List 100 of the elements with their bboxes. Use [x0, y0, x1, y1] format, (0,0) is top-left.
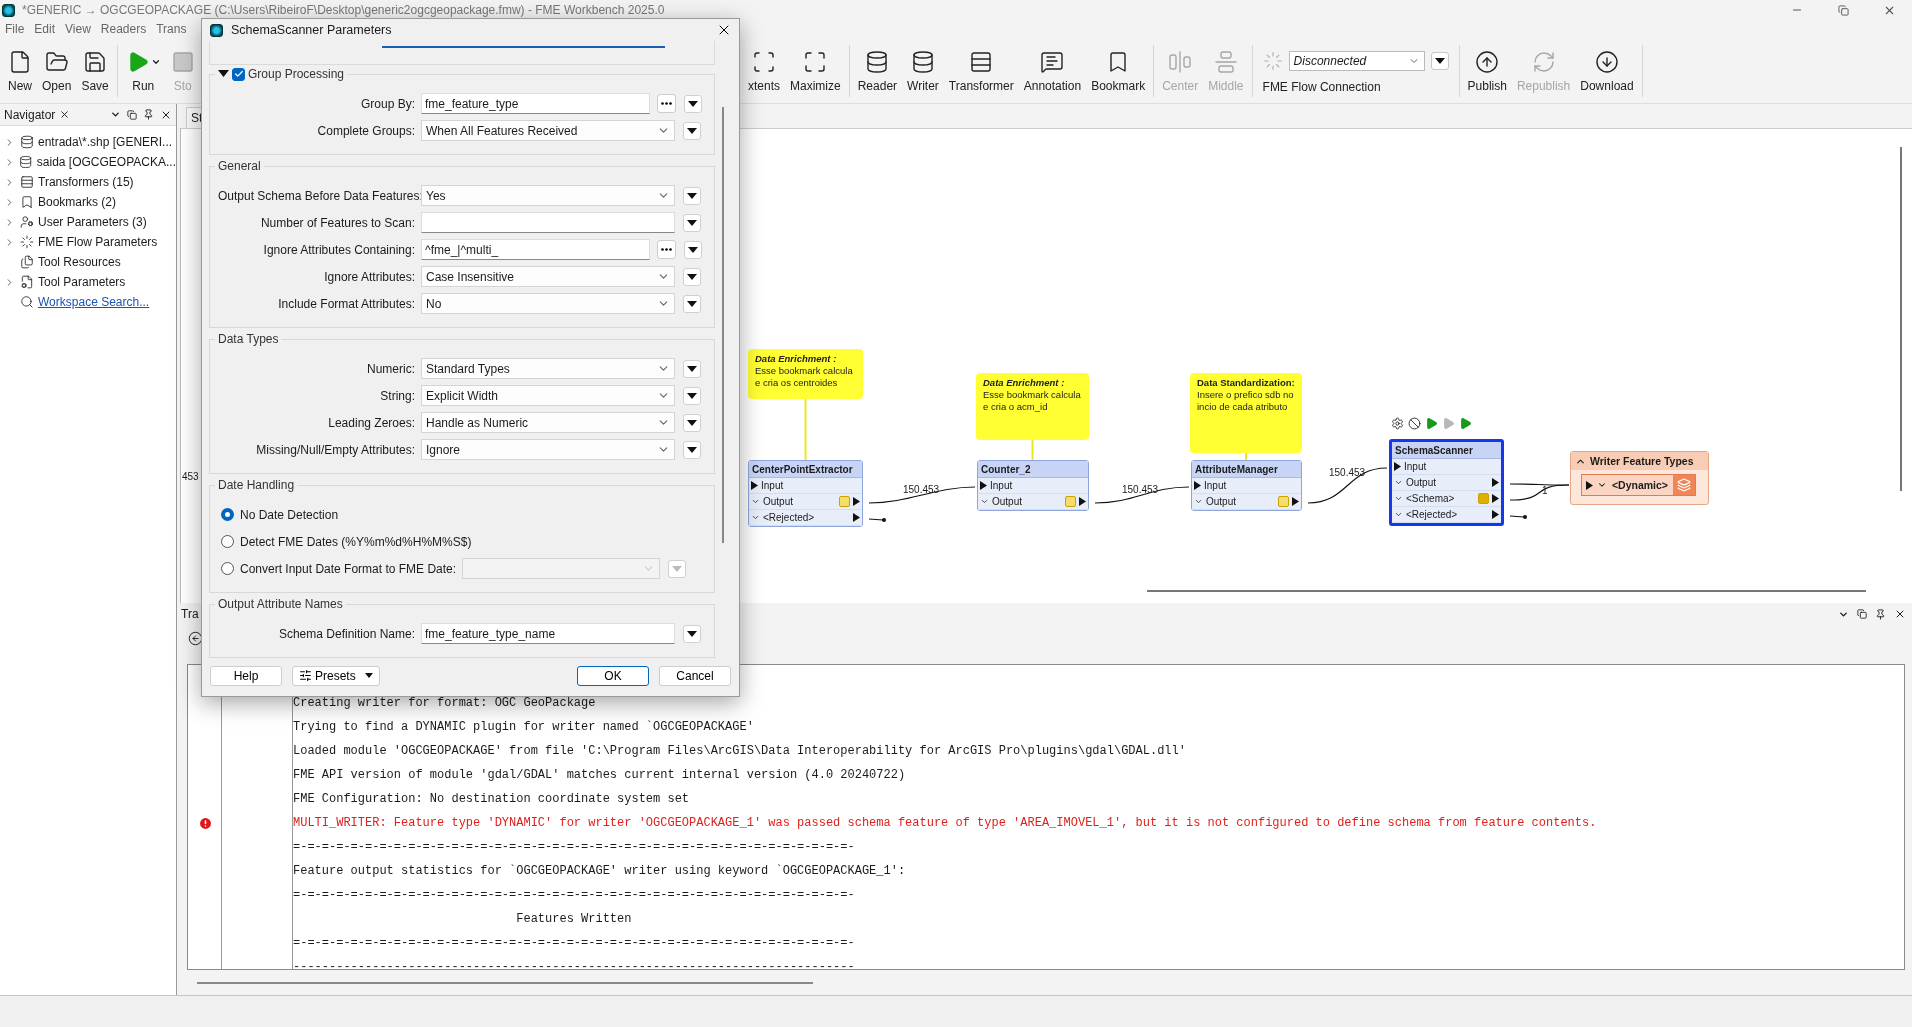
tree-item[interactable]: User Parameters (3)	[38, 215, 147, 229]
input-port-icon[interactable]	[1394, 462, 1401, 471]
annotation-note[interactable]: Data Standardization: Insere o prefico sdb no incio de cada atributo	[1190, 373, 1302, 453]
menu-item[interactable]: Trans	[151, 22, 192, 36]
menu-button[interactable]	[683, 359, 701, 378]
scrollbar[interactable]	[197, 981, 813, 984]
cancel-button[interactable]: Cancel	[659, 665, 731, 686]
menu-button[interactable]	[683, 267, 701, 286]
run-button[interactable]: Run	[120, 48, 166, 93]
radio-button[interactable]	[221, 508, 234, 521]
back-icon[interactable]	[188, 630, 203, 646]
menu-button[interactable]	[684, 94, 702, 113]
input-port-icon[interactable]	[751, 481, 758, 490]
menu-button[interactable]	[684, 240, 702, 259]
save-button[interactable]: Save	[76, 48, 114, 93]
transformer-node[interactable]: CenterPointExtractor Input Output <Rejected>	[748, 460, 863, 527]
input-port-icon[interactable]	[980, 481, 987, 490]
menu-button[interactable]	[683, 186, 701, 205]
text-field[interactable]	[421, 212, 675, 233]
text-field[interactable]: fme_feature_type	[421, 93, 650, 114]
reader-button[interactable]: Reader	[852, 48, 903, 93]
dropdown-icon[interactable]	[110, 109, 121, 120]
transformer-node[interactable]: Counter_2 Input Output	[977, 460, 1089, 511]
menu-button[interactable]	[683, 294, 701, 313]
writer-feature-types[interactable]: Writer Feature Types <Dynamic>	[1570, 451, 1709, 505]
search-link[interactable]: Workspace Search...	[38, 295, 150, 309]
transformer-node[interactable]: AttributeManager Input Output	[1191, 460, 1302, 511]
dropdown-field[interactable]: Ignore	[421, 439, 675, 460]
dropdown-field[interactable]: Explicit Width	[421, 385, 675, 406]
browse-button[interactable]	[657, 240, 676, 259]
input-port-icon[interactable]	[1194, 481, 1201, 490]
close-icon[interactable]	[1894, 608, 1906, 620]
text-field[interactable]: ^fme_|^multi_	[421, 239, 650, 260]
feature-type[interactable]: <Dynamic>	[1581, 474, 1696, 496]
radio-button[interactable]	[221, 535, 234, 548]
pin-icon[interactable]	[1875, 608, 1886, 620]
float-icon[interactable]	[127, 109, 137, 120]
scrollbar[interactable]	[722, 107, 724, 543]
transformer-node[interactable]: SchemaScanner Input Output <Schema> <Rejected>	[1389, 439, 1504, 526]
chevron-icon[interactable]	[980, 497, 989, 506]
presets-button[interactable]: Presets	[292, 665, 380, 686]
settings-icon[interactable]	[1391, 417, 1404, 430]
connection-line[interactable]	[1094, 486, 1190, 504]
ban-icon[interactable]	[1408, 417, 1421, 430]
connection-line[interactable]	[868, 486, 976, 504]
play-icon[interactable]	[1425, 417, 1438, 430]
menu-button[interactable]	[683, 386, 701, 405]
menu-button[interactable]	[1430, 51, 1449, 70]
ok-button[interactable]: OK	[577, 665, 649, 686]
publish-button[interactable]: Publish	[1462, 48, 1512, 93]
scrollbar[interactable]	[1147, 590, 1866, 592]
tree-item[interactable]: Tool Resources	[38, 255, 121, 269]
input-port-icon[interactable]	[1586, 480, 1593, 490]
menu-button[interactable]	[683, 213, 701, 232]
connection-line[interactable]	[1307, 467, 1388, 504]
output-port-icon[interactable]	[1292, 497, 1299, 506]
tree-item[interactable]: entrada\*.shp [GENERI...	[38, 135, 173, 149]
menu-item[interactable]: Readers	[95, 22, 152, 36]
chevron-icon[interactable]	[1597, 480, 1607, 490]
tree-item[interactable]: Bookmarks (2)	[38, 195, 117, 209]
browse-button[interactable]	[657, 94, 676, 113]
menu-item[interactable]: Edit	[29, 22, 61, 36]
menu-item[interactable]: View	[60, 22, 96, 36]
connection-dropdown[interactable]: Disconnected	[1288, 50, 1425, 71]
dropdown-field[interactable]: When All Features Received	[421, 120, 675, 141]
checkbox[interactable]	[232, 67, 245, 81]
output-port-icon[interactable]	[1079, 497, 1086, 506]
maximize-button[interactable]: Maximize	[785, 48, 846, 93]
transformer-button[interactable]: Transformer	[943, 48, 1019, 93]
tree-item[interactable]: saida [OGCGEOPACKA...	[36, 155, 176, 169]
collapse-icon[interactable]	[218, 70, 229, 78]
download-button[interactable]: Download	[1575, 48, 1639, 93]
float-icon[interactable]	[1857, 609, 1867, 619]
annotation-note[interactable]: Data Enrichment : Esse bookmark calcula e cria os centroides	[748, 349, 863, 399]
scrollbar[interactable]	[1900, 147, 1902, 491]
text-field[interactable]: fme_feature_type_name	[421, 623, 675, 644]
dropdown-field[interactable]: No	[421, 293, 675, 314]
dropdown-field[interactable]: Handle as Numeric	[421, 412, 675, 433]
new-button[interactable]: New	[3, 48, 37, 93]
menu-button[interactable]	[683, 121, 701, 140]
chevron-icon[interactable]	[1194, 497, 1203, 506]
writer-button[interactable]: Writer	[902, 48, 944, 93]
play-icon[interactable]	[1459, 417, 1472, 430]
dropdown-field[interactable]: Yes	[421, 185, 675, 206]
open-button[interactable]: Open	[37, 48, 77, 93]
dropdown-field[interactable]: Case Insensitive	[421, 266, 675, 287]
help-button[interactable]: Help	[210, 665, 282, 686]
menu-button[interactable]	[683, 624, 701, 643]
connection-line[interactable]	[1509, 484, 1570, 501]
tree-item[interactable]: FME Flow Parameters	[38, 235, 158, 249]
pin-icon[interactable]	[143, 109, 154, 120]
radio-label[interactable]: Detect FME Dates (%Y%m%d%H%M%S$)	[240, 534, 472, 549]
annotation-note[interactable]: Data Enrichment : Esse bookmark calcula e cria o acm_id	[976, 373, 1089, 440]
bookmark-button[interactable]: Bookmark	[1086, 48, 1151, 93]
dropdown-field[interactable]: Standard Types	[421, 358, 675, 379]
menu-button[interactable]	[683, 413, 701, 432]
annotation-button[interactable]: Annotation	[1018, 48, 1087, 93]
radio-label[interactable]: No Date Detection	[240, 507, 339, 522]
menu-item[interactable]: File	[0, 22, 30, 36]
menu-button[interactable]	[683, 440, 701, 459]
